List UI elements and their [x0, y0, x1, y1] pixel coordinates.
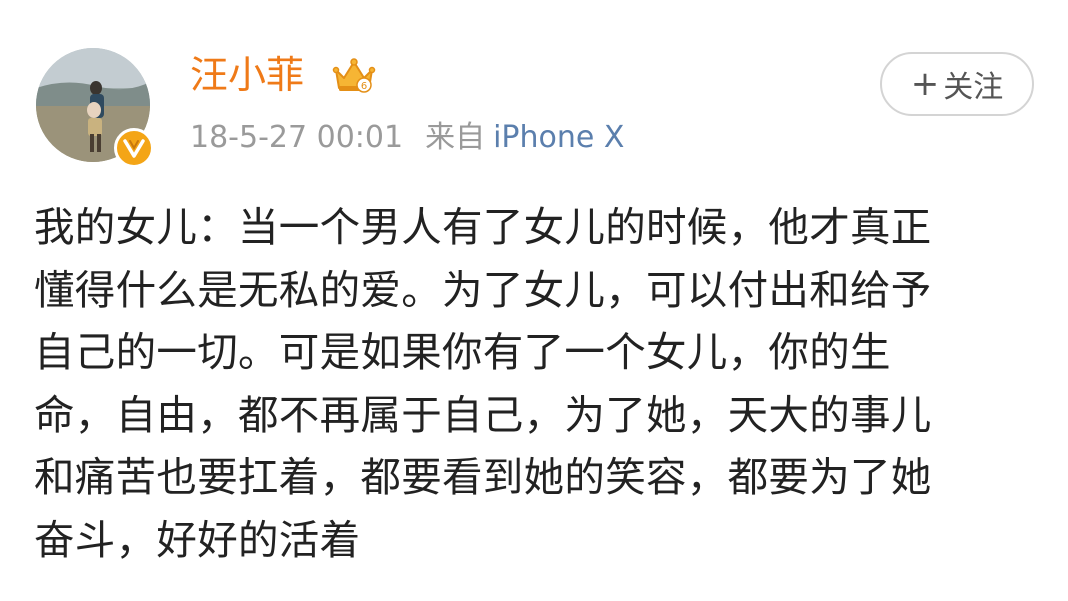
weibo-post: 汪小菲 6 18-5-27 00:01 来自 iPhone X + 关注 我的女儿：…	[0, 0, 1068, 601]
follow-button[interactable]: + 关注	[880, 52, 1034, 116]
post-text-line: 懂得什么是无私的爱。为了女儿，可以付出和给予	[34, 265, 932, 314]
post-text-line: 奋斗，好好的活着	[34, 515, 361, 564]
post-meta: 18-5-27 00:01 来自 iPhone X	[190, 118, 624, 158]
post-text-line: 我的女儿：当一个男人有了女儿的时候，他才真正	[34, 203, 932, 251]
plus-icon: +	[910, 64, 940, 104]
source-prefix: 来自	[425, 120, 486, 155]
crown-level: 6	[361, 81, 367, 92]
post-text-line: 和痛苦也要扛着，都要看到她的笑容，都要为了她	[34, 453, 932, 501]
source-device-link[interactable]: iPhone X	[493, 120, 624, 155]
post-content: 我的女儿：当一个男人有了女儿的时候，他才真正 懂得什么是无私的爱。为了女儿，可以…	[34, 196, 1034, 571]
crown-icon[interactable]: 6	[332, 56, 376, 96]
username[interactable]: 汪小菲	[190, 52, 304, 98]
post-text-line: 自己的一切。可是如果你有了一个女儿，你的生	[34, 328, 891, 376]
post-text-line: 命，自由，都不再属于自己，为了她，天大的事儿	[34, 390, 932, 439]
follow-label: 关注	[943, 70, 1004, 105]
verified-icon	[114, 128, 154, 168]
post-timestamp: 18-5-27 00:01	[190, 120, 404, 155]
